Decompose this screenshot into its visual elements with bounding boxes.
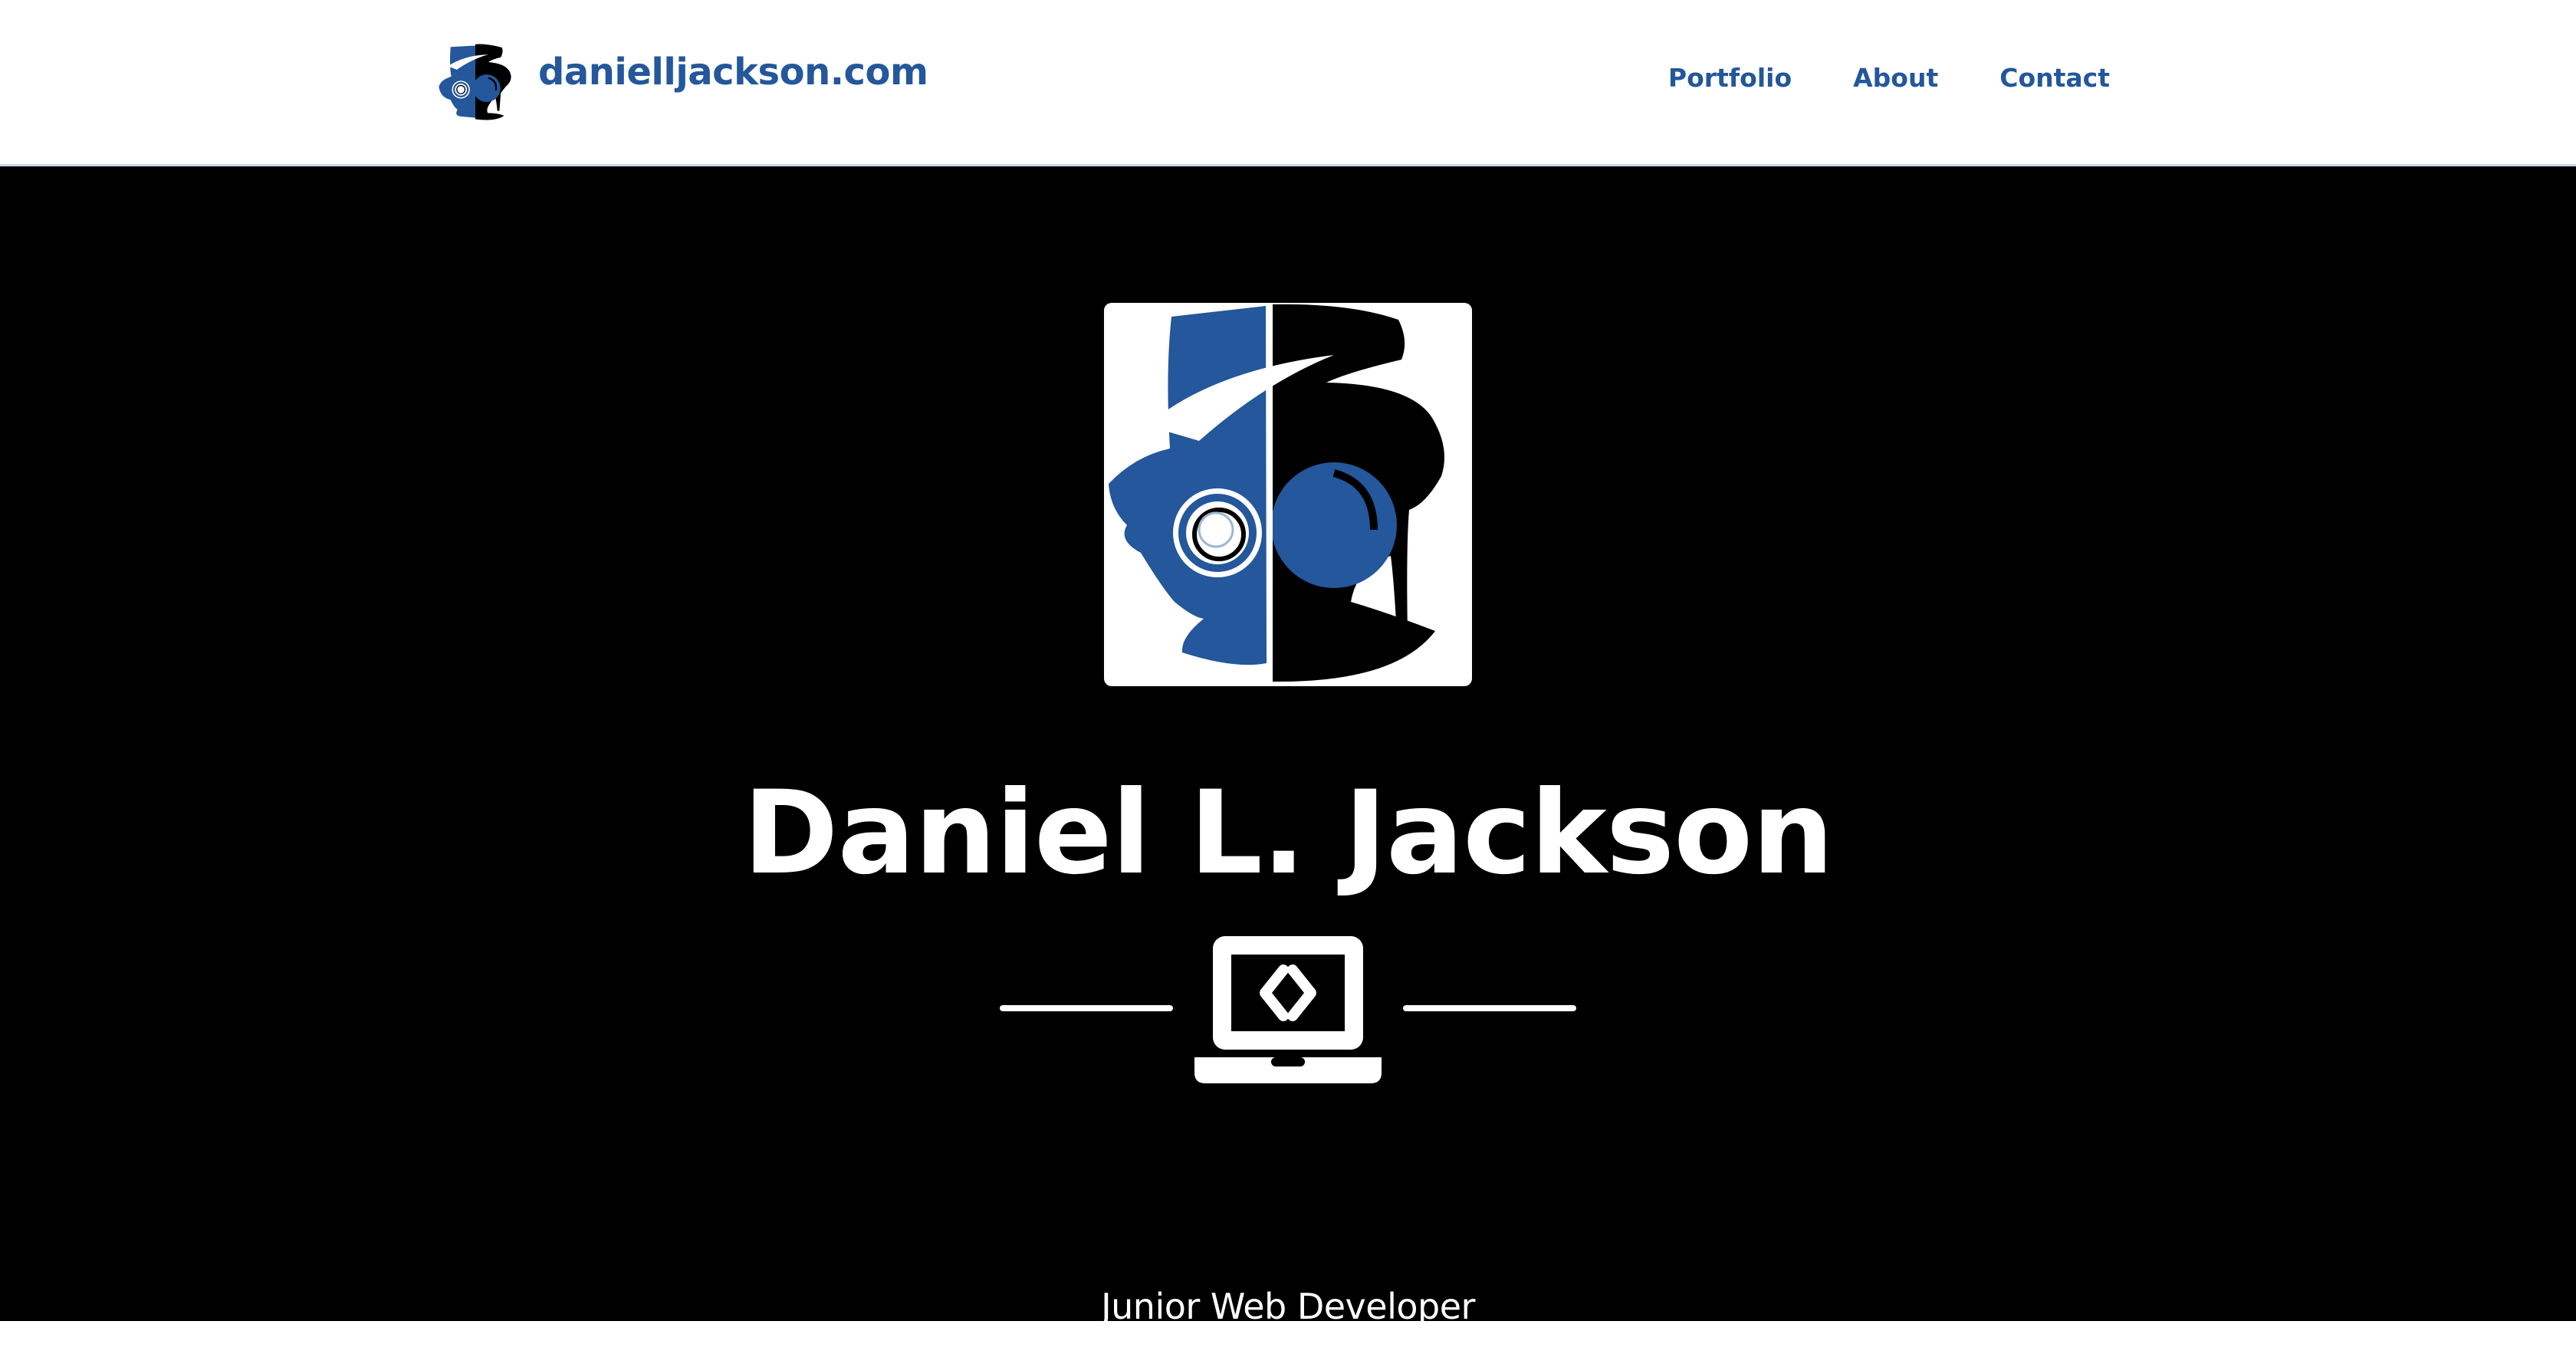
divider-line-right (1403, 1005, 1576, 1011)
nav-link-portfolio[interactable]: Portfolio (1668, 63, 1792, 93)
brand-name: danielljackson.com (538, 51, 928, 94)
top-hat-monocle-logo-icon (439, 44, 511, 120)
nav-link-about[interactable]: About (1853, 63, 1938, 93)
top-hat-monocle-avatar-icon (1109, 303, 1444, 686)
navbar: danielljackson.com Portfolio About Conta… (0, 0, 2576, 166)
nav-link-contact[interactable]: Contact (1999, 63, 2110, 93)
hero-name: Daniel L. Jackson (743, 767, 1834, 900)
hero-subtitle: Junior Web Developer (1101, 1286, 1475, 1327)
nav-menu: Portfolio About Contact (1668, 63, 2110, 93)
brand-link[interactable]: danielljackson.com (435, 40, 928, 124)
divider-line-left (1000, 1005, 1173, 1011)
avatar (1104, 303, 1472, 686)
laptop-code-icon (1194, 936, 1382, 1083)
icon-divider (997, 933, 1579, 1109)
hero-section: Daniel L. Jackson Junior Web Developer (0, 166, 2576, 1327)
